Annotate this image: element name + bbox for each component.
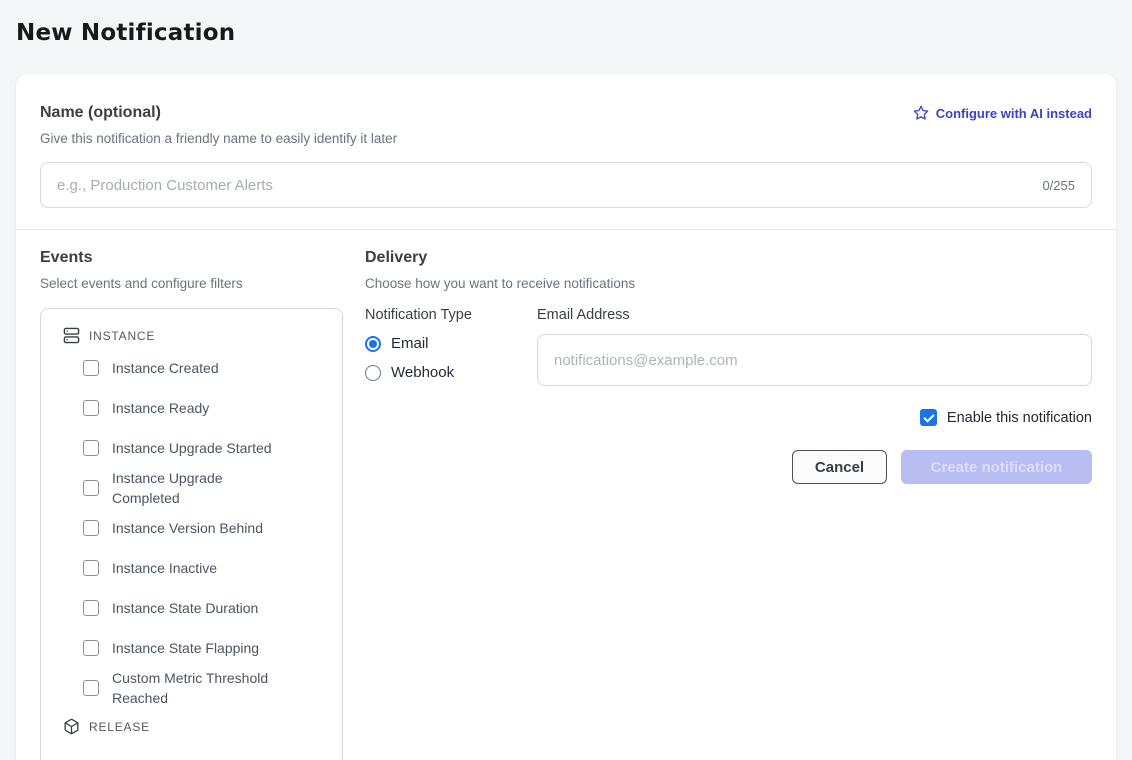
event-row-instance-inactive[interactable]: Instance Inactive	[41, 548, 342, 588]
event-checkbox[interactable]	[83, 640, 99, 656]
delivery-title: Delivery	[365, 249, 1092, 267]
email-input-wrap	[537, 334, 1092, 386]
enable-notification-checkbox[interactable]	[920, 409, 937, 426]
page-title: New Notification	[16, 20, 1116, 46]
delivery-column: Delivery Choose how you want to receive …	[343, 249, 1092, 760]
delivery-subtitle: Choose how you want to receive notificat…	[365, 276, 1092, 291]
event-row-instance-version-behind[interactable]: Instance Version Behind	[41, 508, 342, 548]
event-label: Instance State Duration	[112, 598, 258, 618]
event-label: Instance Inactive	[112, 558, 217, 578]
event-row-custom-metric-threshold[interactable]: Custom Metric Threshold Reached	[41, 668, 342, 708]
name-section: Name (optional) Configure with AI instea…	[16, 74, 1116, 229]
name-input-wrap: 0/255	[40, 162, 1092, 208]
event-label: Instance State Flapping	[112, 638, 259, 658]
event-checkbox[interactable]	[83, 480, 99, 496]
create-notification-button[interactable]: Create notification	[901, 450, 1092, 484]
event-label: Instance Created	[112, 358, 219, 378]
radio-label: Email	[391, 335, 429, 352]
events-panel: INSTANCE Instance Created Instance Ready…	[40, 308, 343, 760]
name-description: Give this notification a friendly name t…	[40, 131, 1092, 146]
event-row-instance-state-flapping[interactable]: Instance State Flapping	[41, 628, 342, 668]
event-label: Instance Upgrade Started	[112, 438, 272, 458]
configure-with-ai-label: Configure with AI instead	[936, 106, 1092, 121]
events-title: Events	[40, 249, 343, 267]
new-notification-card: Name (optional) Configure with AI instea…	[16, 74, 1116, 760]
event-row-instance-created[interactable]: Instance Created	[41, 348, 342, 388]
event-group-label: INSTANCE	[89, 329, 155, 343]
server-icon	[63, 327, 80, 344]
event-row-instance-upgrade-completed[interactable]: Instance Upgrade Completed	[41, 468, 342, 508]
event-row-instance-state-duration[interactable]: Instance State Duration	[41, 588, 342, 628]
email-address-label: Email Address	[537, 307, 1092, 323]
event-checkbox[interactable]	[83, 600, 99, 616]
event-group-label: RELEASE	[89, 720, 150, 734]
event-label: Instance Upgrade Completed	[112, 468, 290, 508]
events-subtitle: Select events and configure filters	[40, 276, 343, 291]
enable-notification-row[interactable]: Enable this notification	[365, 409, 1092, 426]
event-label: Instance Version Behind	[112, 518, 263, 538]
enable-notification-label: Enable this notification	[947, 410, 1092, 426]
event-row-instance-upgrade-started[interactable]: Instance Upgrade Started	[41, 428, 342, 468]
cancel-button[interactable]: Cancel	[792, 450, 887, 484]
event-row-instance-ready[interactable]: Instance Ready	[41, 388, 342, 428]
events-column: Events Select events and configure filte…	[40, 249, 343, 760]
radio-option-webhook[interactable]: Webhook	[365, 364, 537, 381]
event-checkbox[interactable]	[83, 440, 99, 456]
event-checkbox[interactable]	[83, 400, 99, 416]
event-checkbox[interactable]	[83, 360, 99, 376]
email-radio[interactable]	[365, 336, 381, 352]
char-counter: 0/255	[1042, 178, 1075, 193]
name-input[interactable]	[57, 177, 1030, 194]
webhook-radio[interactable]	[365, 365, 381, 381]
event-checkbox[interactable]	[83, 680, 99, 696]
name-label: Name (optional)	[40, 104, 161, 122]
radio-label: Webhook	[391, 364, 454, 381]
event-group-instance: INSTANCE	[41, 323, 342, 348]
event-label: Instance Ready	[112, 398, 209, 418]
star-icon	[913, 105, 929, 121]
page-header: New Notification	[0, 0, 1132, 46]
package-icon	[63, 718, 80, 735]
event-label: Custom Metric Threshold Reached	[112, 668, 290, 708]
radio-option-email[interactable]: Email	[365, 335, 537, 352]
configure-with-ai-link[interactable]: Configure with AI instead	[913, 105, 1092, 121]
event-checkbox[interactable]	[83, 520, 99, 536]
email-input[interactable]	[554, 352, 1075, 369]
notification-type-label: Notification Type	[365, 307, 537, 323]
event-checkbox[interactable]	[83, 560, 99, 576]
event-group-release: RELEASE	[41, 714, 342, 739]
